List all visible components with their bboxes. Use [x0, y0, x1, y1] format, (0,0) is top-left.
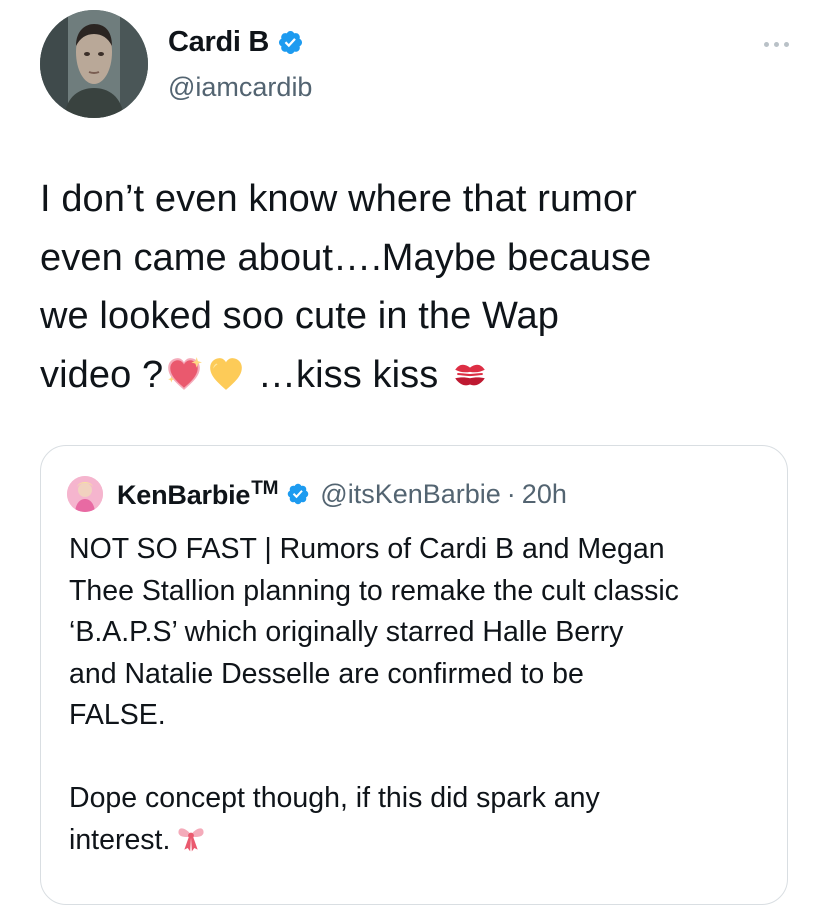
quoted-separator-dot: · — [506, 478, 516, 509]
author-handle[interactable]: @iamcardib — [168, 74, 312, 101]
avatar-photo-icon — [40, 10, 148, 118]
tweet-text-tail: …kiss kiss — [247, 353, 450, 396]
tweet-emoji-row — [163, 355, 247, 393]
kiss-mark-icon — [455, 364, 485, 385]
quoted-author-name-text[interactable]: KenBarbie — [117, 480, 250, 510]
more-options-icon[interactable] — [764, 38, 798, 50]
quoted-avatar-photo-icon — [67, 476, 103, 512]
quoted-tweet-header: KenBarbieTM @itsKenBarbie · 20h — [67, 476, 567, 512]
quoted-verified-badge-icon — [288, 483, 309, 505]
quoted-tweet-text-body: NOT SO FAST | Rumors of Cardi B and Mega… — [69, 533, 679, 856]
quoted-timestamp[interactable]: 20h — [522, 480, 567, 508]
ribbon-icon — [178, 827, 204, 851]
tweet-text: I don’t even know where that rumor even … — [40, 170, 780, 404]
quoted-author-avatar[interactable] — [67, 476, 103, 512]
author-avatar[interactable] — [40, 10, 148, 118]
verified-badge-icon — [279, 30, 303, 55]
yellow-heart-icon — [210, 357, 243, 390]
author-name-text[interactable]: Cardi B — [168, 28, 269, 57]
sparkling-heart-icon — [168, 356, 203, 390]
quoted-tweet-card[interactable]: KenBarbieTM @itsKenBarbie · 20h NOT SO F… — [40, 445, 788, 905]
quoted-tweet-text: NOT SO FAST | Rumors of Cardi B and Mega… — [69, 529, 779, 861]
quoted-author-trademark: TM — [251, 478, 279, 499]
author-name[interactable]: Cardi B — [168, 28, 304, 57]
quoted-author-name[interactable]: KenBarbieTM — [117, 479, 278, 509]
quoted-author-handle[interactable]: @itsKenBarbie — [320, 480, 501, 508]
